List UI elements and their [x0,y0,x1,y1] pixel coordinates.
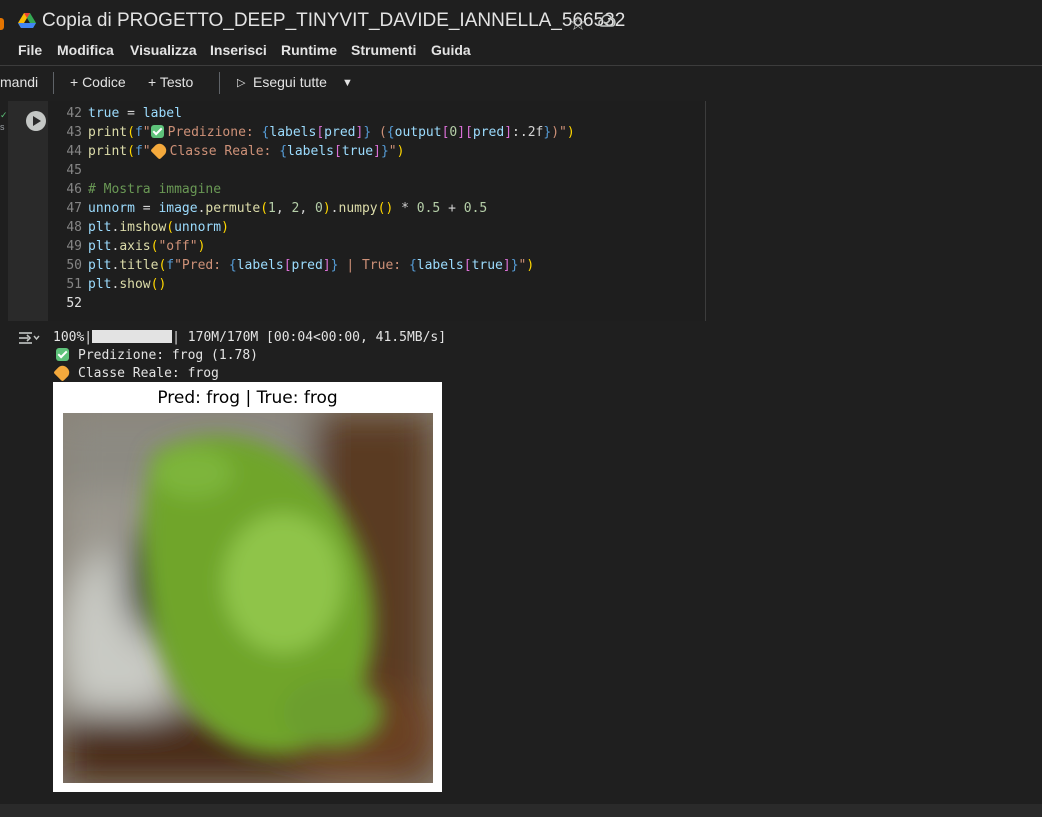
figure-title: Pred: frog | True: frog [157,388,338,408]
output-text: 100%| | 170M/170M [00:04<00:00, 41.5MB/s]… [53,329,446,383]
code-line: 52 [48,294,575,313]
line-number: 49 [66,239,82,254]
code-line: 46 # Mostra immagine [48,180,575,199]
cell-status-text: s [0,122,5,132]
star-icon[interactable]: ☆ [569,11,587,36]
line-number: 51 [66,277,82,292]
code-lines: 42 true = label 43 print(f" Predizione: {la… [48,104,575,313]
code-text: # Mostra immagine [88,182,222,197]
colab-logo-fragment [0,18,4,30]
code-text: unnorm = image.permute(1, 2, 0).numpy() … [88,201,488,216]
progress-stats: | 170M/170M [00:04<00:00, 41.5MB/s] [172,330,447,345]
line-number: 43 [66,125,82,140]
progress-bar [92,330,173,343]
line-number: 50 [66,258,82,273]
tag-emoji-icon [149,141,169,160]
commands-button[interactable]: mandi [0,74,38,90]
check-emoji-icon [56,348,69,361]
add-text-button[interactable]: + Testo [148,74,193,90]
cell-output: 100%| | 170M/170M [00:04<00:00, 41.5MB/s]… [0,322,1042,804]
code-text: print(f" Classe Reale: {labels[true]}") [88,141,404,160]
output-figure: Pred: frog | True: frog [53,382,442,792]
title-bar: Copia di PROGETTO_DEEP_TINYVIT_DAVIDE_IA… [0,0,1042,40]
code-line: 51 plt.show() [48,275,575,294]
menu-file[interactable]: File [18,42,42,58]
true-class-line: Classe Reale: frog [53,363,446,383]
google-drive-icon[interactable] [18,13,36,29]
cell-status-check: ✓ [0,110,8,120]
menu-runtime[interactable]: Runtime [281,42,337,58]
add-code-button[interactable]: + Codice [70,74,126,90]
line-number: 45 [66,163,82,178]
prediction-text: Predizione: frog (1.78) [78,348,259,363]
run-all-button[interactable]: Esegui tutte [253,74,327,90]
line-number: 46 [66,182,82,197]
progress-percent: 100%| [53,330,93,345]
line-number: 47 [66,201,82,216]
download-progress-line: 100%| | 170M/170M [00:04<00:00, 41.5MB/s] [53,329,446,347]
code-text: plt.imshow(unnorm) [88,220,229,235]
toolbar: mandi + Codice + Testo ▷ Esegui tutte ▼ [0,65,1042,102]
toolbar-divider [53,72,54,94]
chevron-down-icon[interactable]: ▼ [342,77,353,89]
code-text: print(f" Predizione: {labels[pred]} ({out… [88,125,575,140]
true-class-text: Classe Reale: frog [78,366,219,381]
output-actions-icon[interactable] [18,330,40,346]
frog-image [63,413,433,783]
code-text: plt.axis("off") [88,239,206,254]
code-line: 44 print(f" Classe Reale: {labels[true]}") [48,141,575,161]
tag-emoji-icon [53,363,72,382]
menu-inserisci[interactable]: Inserisci [210,42,267,58]
code-line: 50 plt.title(f"Pred: {labels[pred]} | Tru… [48,256,575,275]
check-emoji-icon [150,125,164,138]
line-number: 44 [66,144,82,159]
code-line: 42 true = label [48,104,575,123]
code-line: 47 unnorm = image.permute(1, 2, 0).numpy(… [48,199,575,218]
menu-guida[interactable]: Guida [431,42,471,58]
code-line: 48 plt.imshow(unnorm) [48,218,575,237]
code-cell[interactable]: ✓ s 42 true = label 43 print(f" Predizione:… [0,101,1042,321]
cloud-saved-icon[interactable] [597,12,617,28]
code-text: plt.show() [88,277,167,292]
cell-gutter [8,101,48,321]
code-text: true = label [88,106,182,121]
menu-strumenti[interactable]: Strumenti [351,42,416,58]
prediction-line: Predizione: frog (1.78) [53,347,446,365]
line-number: 42 [66,106,82,121]
cell-status-fragment: ✓ s [0,109,8,133]
line-number: 48 [66,220,82,235]
toolbar-divider [219,72,220,94]
run-cell-button[interactable] [26,111,46,131]
bottom-strip [0,804,1042,817]
code-editor[interactable]: 42 true = label 43 print(f" Predizione: {la… [48,101,706,321]
code-text: plt.title(f"Pred: {labels[pred]} | True:… [88,258,535,273]
menu-bar: File Modifica Visualizza Inserisci Runti… [0,40,600,62]
code-line: 45 [48,161,575,180]
menu-modifica[interactable]: Modifica [57,42,114,58]
code-line: 49 plt.axis("off") [48,237,575,256]
line-number: 52 [66,296,82,311]
menu-visualizza[interactable]: Visualizza [130,42,197,58]
code-line: 43 print(f" Predizione: {labels[pred]} ({o… [48,123,575,142]
notebook-title[interactable]: Copia di PROGETTO_DEEP_TINYVIT_DAVIDE_IA… [42,10,625,32]
play-icon[interactable]: ▷ [237,76,245,89]
